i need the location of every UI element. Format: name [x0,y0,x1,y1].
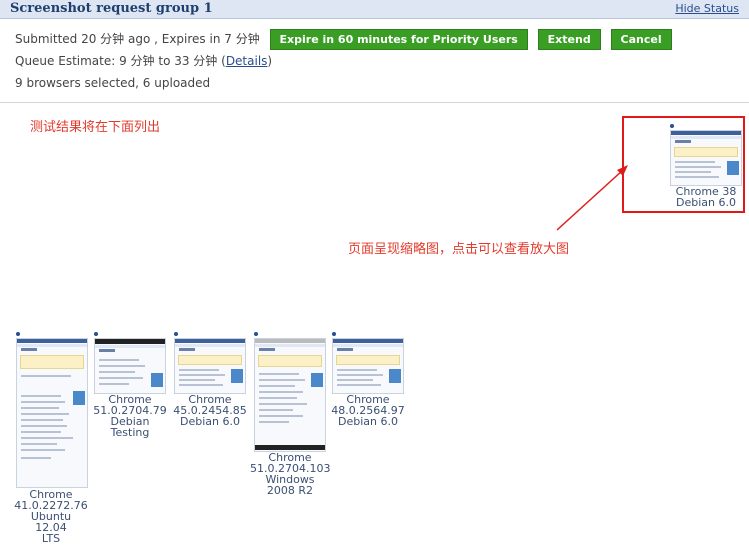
platform-name: Debian 6.0 [676,196,736,209]
screenshot-caption: Chrome 51.0.2704.103 Windows 2008 R2 [250,452,330,496]
status-dot [16,332,20,336]
platform-name-2: LTS [41,532,61,545]
thumbnail-image [332,338,404,394]
platform-name-2: 2008 R2 [266,484,314,497]
platform-name: Debian 6.0 [180,415,240,428]
status-dot [174,332,178,336]
thumbnail-image [94,338,166,394]
screenshot-caption: Chrome 38 Debian 6.0 [668,186,744,208]
status-dot [670,124,674,128]
platform-name: Debian Testing [110,415,150,439]
thumbnail-image [670,130,742,186]
status-dot [254,332,258,336]
screenshot-caption: Chrome 45.0.2454.85 Debian 6.0 [172,394,248,427]
annotation-arrow [556,165,628,231]
thumbnail-image [16,338,88,488]
screenshot-caption: Chrome 51.0.2704.79 Debian Testing [92,394,168,438]
screenshot-caption: Chrome 48.0.2564.97 Debian 6.0 [330,394,406,427]
status-dot [94,332,98,336]
screenshot-caption: Chrome 41.0.2272.76 Ubuntu 12.04 LTS [14,489,88,544]
platform-name: Ubuntu 12.04 [30,510,72,534]
thumbnail-image [254,338,326,452]
platform-name: Debian 6.0 [338,415,398,428]
status-dot [332,332,336,336]
thumbnail-image [174,338,246,394]
